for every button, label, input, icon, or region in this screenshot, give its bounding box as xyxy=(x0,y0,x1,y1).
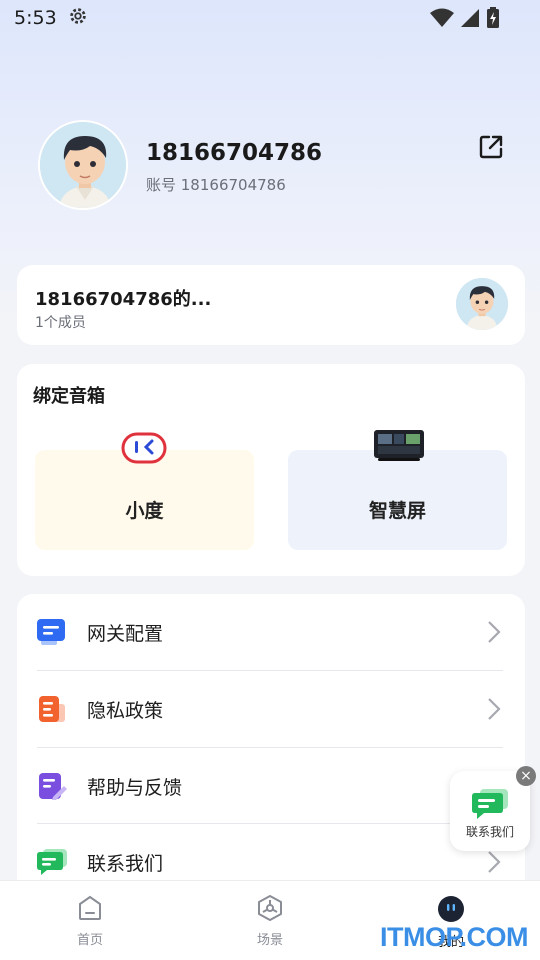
xiaodu-device-icon xyxy=(121,432,167,468)
family-card[interactable]: 18166704786的... 1个成员 xyxy=(17,265,525,345)
tab-scenes[interactable]: 场景 xyxy=(230,895,310,948)
family-member-count: 1个成员 xyxy=(35,315,86,331)
status-time: 5:53 xyxy=(14,7,57,29)
menu-item-gateway-config[interactable]: 网关配置 xyxy=(37,594,505,670)
profile-account-id: 账号 18166704786 xyxy=(146,176,286,194)
settings-menu-card: 网关配置 隐私政策 帮助与反馈 联系我们 xyxy=(17,594,525,894)
settings-gear-icon xyxy=(67,5,89,32)
gateway-config-icon xyxy=(37,617,67,647)
share-export-icon[interactable] xyxy=(478,134,506,162)
menu-item-help-feedback[interactable]: 帮助与反馈 xyxy=(37,748,505,824)
chevron-right-icon xyxy=(487,697,501,725)
privacy-policy-icon xyxy=(37,694,67,724)
tab-scenes-label: 场景 xyxy=(256,933,283,948)
family-name: 18166704786的... xyxy=(35,289,212,310)
help-feedback-icon xyxy=(37,771,67,801)
battery-charging-icon xyxy=(486,7,500,34)
menu-label-gateway-config: 网关配置 xyxy=(87,622,164,645)
site-watermark: ITMOP.COM xyxy=(380,922,529,952)
chevron-right-icon xyxy=(487,850,501,878)
avatar[interactable] xyxy=(38,120,128,210)
chevron-right-icon xyxy=(487,620,501,648)
close-icon[interactable]: × xyxy=(516,766,536,786)
cellular-signal-icon xyxy=(460,8,480,33)
wifi-icon xyxy=(430,8,454,33)
speaker-label-xiaodu: 小度 xyxy=(125,500,164,522)
speaker-label-smart-screen: 智慧屏 xyxy=(368,500,426,522)
smart-screen-device-icon xyxy=(372,428,426,466)
contact-us-icon xyxy=(37,847,67,877)
menu-label-contact-us: 联系我们 xyxy=(87,852,164,875)
scene-icon xyxy=(257,895,283,925)
floating-contact-label: 联系我们 xyxy=(465,825,514,839)
menu-label-help-feedback: 帮助与反馈 xyxy=(87,776,183,799)
profile-header: 18166704786 账号 18166704786 xyxy=(38,120,508,212)
chat-bubble-icon xyxy=(472,787,508,825)
bind-speaker-title: 绑定音箱 xyxy=(33,386,105,407)
menu-label-privacy-policy: 隐私政策 xyxy=(87,699,164,722)
tab-home-label: 首页 xyxy=(76,933,103,948)
tab-home[interactable]: 首页 xyxy=(50,895,130,948)
home-icon xyxy=(77,895,103,925)
menu-item-privacy-policy[interactable]: 隐私政策 xyxy=(37,671,505,747)
profile-phone-number: 18166704786 xyxy=(146,140,323,166)
status-bar: 5:53 xyxy=(0,0,540,36)
bind-speaker-card: 绑定音箱 小度 智慧屏 xyxy=(17,364,525,576)
family-member-avatar xyxy=(456,278,508,330)
